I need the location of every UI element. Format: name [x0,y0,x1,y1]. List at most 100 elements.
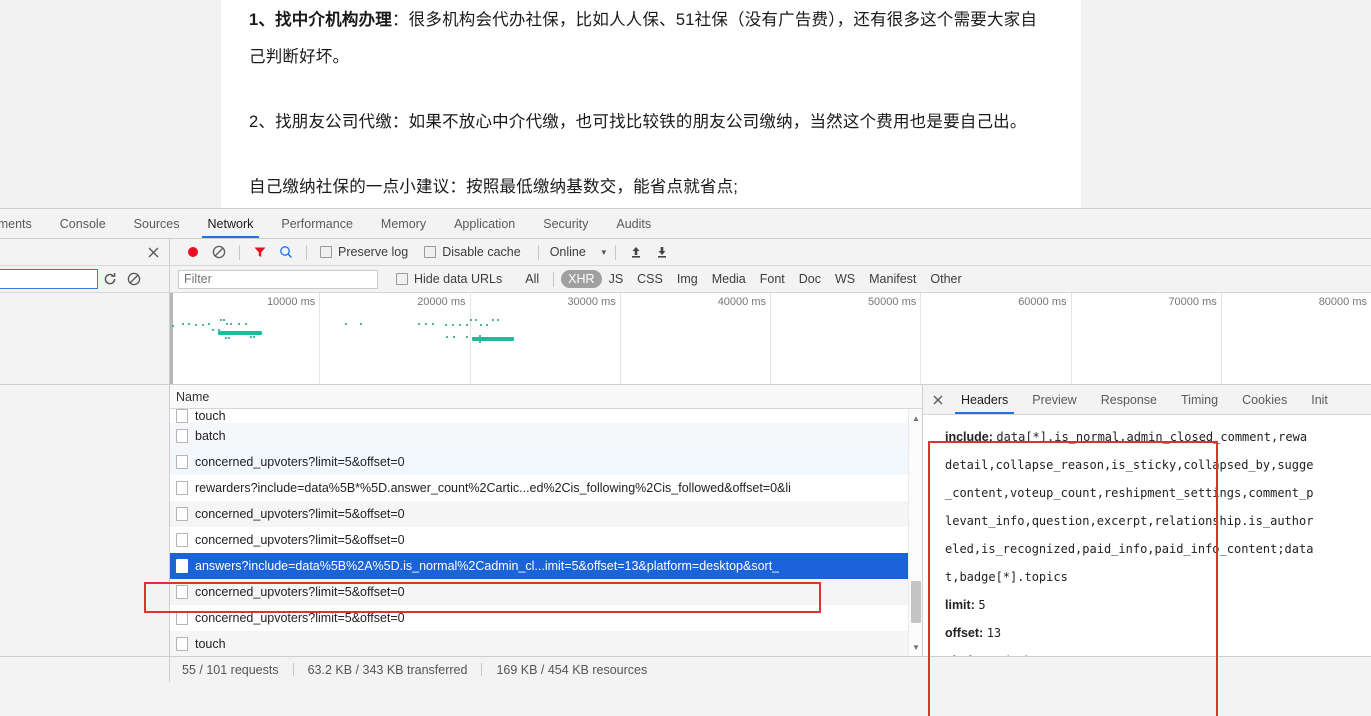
type-filter-other[interactable]: Other [923,270,968,288]
query-param-key: platform [945,654,995,656]
tab-cookies[interactable]: Cookies [1230,385,1299,414]
network-overview-timeline[interactable]: 10000 ms 20000 ms 30000 ms 40000 ms 5000… [170,293,1371,384]
overview-tick-label: 50000 ms [867,296,917,308]
toolbar-divider-2 [306,244,307,260]
table-row[interactable]: concerned_upvoters?limit=5&offset=0 [170,501,922,527]
overview-request-dot [446,336,448,338]
overview-request-dot [418,323,420,325]
clear-icon[interactable] [206,241,232,263]
scroll-down-icon[interactable]: ▼ [909,640,922,654]
tab-headers[interactable]: Headers [949,385,1020,414]
record-icon[interactable] [180,241,206,263]
scrollbar-thumb[interactable] [911,581,921,623]
query-param-row: offset: 13 [945,619,1371,647]
tab-application[interactable]: Application [440,209,529,238]
throttling-value: Online [549,245,586,259]
tab-response-label: Response [1100,392,1158,407]
table-row[interactable]: batch [170,423,922,449]
request-list-scrollbar[interactable]: ▲ ▼ [908,409,922,656]
type-filter-manifest[interactable]: Manifest [862,270,923,288]
scroll-up-icon[interactable]: ▲ [909,411,922,425]
request-type-icon [176,637,188,651]
detail-close-icon[interactable] [927,385,949,414]
overview-request-dot [425,323,427,325]
overview-request-dot [445,324,447,326]
close-icon[interactable] [143,242,163,262]
table-row[interactable]: concerned_upvoters?limit=5&offset=0 [170,579,922,605]
search-icon[interactable] [273,241,299,263]
filter-input[interactable] [178,269,378,289]
tab-performance[interactable]: Performance [267,209,367,238]
import-har-icon[interactable] [623,241,649,263]
overview-cell: 40000 ms [621,293,771,384]
type-filter-xhr[interactable]: XHR [561,270,602,288]
tab-elements[interactable]: lements [0,209,46,238]
overview-request-dot [245,323,247,325]
tab-cookies-label: Cookies [1242,392,1288,407]
type-filter-js[interactable]: JS [602,270,631,288]
tab-timing[interactable]: Timing [1169,385,1230,414]
disable-cache-label: Disable cache [442,245,521,259]
table-row-selected[interactable]: answers?include=data%5B%2A%5D.is_normal%… [170,553,922,579]
overview-request-dot [172,325,174,327]
query-param-key: limit [945,598,971,612]
overview-request-dot [250,336,252,338]
type-filter-ws[interactable]: WS [828,270,862,288]
type-filter-font[interactable]: Font [753,270,792,288]
overview-cell: 70000 ms [1072,293,1222,384]
overview-request-dot [220,319,222,321]
tab-sources[interactable]: Sources [120,209,194,238]
table-row[interactable]: concerned_upvoters?limit=5&offset=0 [170,605,922,631]
overview-request-dot [486,324,488,326]
hide-data-urls-box [396,273,408,285]
type-filter-media[interactable]: Media [705,270,753,288]
request-type-icon [176,429,188,443]
request-name: rewarders?include=data%5B*%5D.answer_cou… [195,481,791,495]
overview-tick-label: 60000 ms [1018,296,1067,308]
resource-type-filters: All XHR JS CSS Img Media Font Doc WS Man… [518,270,968,288]
tab-sources-label: Sources [133,216,180,231]
tab-network[interactable]: Network [194,209,268,238]
toolbar-divider-1 [239,244,240,260]
table-row[interactable]: concerned_upvoters?limit=5&offset=0 [170,527,922,553]
table-row[interactable]: concerned_upvoters?limit=5&offset=0 [170,449,922,475]
table-row[interactable]: rewarders?include=data%5B*%5D.answer_cou… [170,475,922,501]
export-har-icon[interactable] [649,241,675,263]
tab-timing-label: Timing [1181,392,1219,407]
table-row[interactable]: touch [170,631,922,656]
tab-console[interactable]: Console [46,209,120,238]
filter-icon[interactable] [247,241,273,263]
reload-icon[interactable] [98,269,122,289]
tab-initiator[interactable]: Init [1299,385,1340,414]
tab-security[interactable]: Security [529,209,602,238]
tab-memory[interactable]: Memory [367,209,440,238]
screenshot-root: 1、找中介机构办理：很多机构会代办社保，比如人人保、51社保（没有广告费），还有… [0,0,1371,716]
overview-request-dot [497,319,499,321]
disable-cache-checkbox[interactable]: Disable cache [424,245,521,259]
type-filter-img[interactable]: Img [670,270,705,288]
tab-preview[interactable]: Preview [1020,385,1088,414]
overview-request-dot [479,341,481,343]
throttling-dropdown[interactable]: Online ▼ [550,245,608,259]
hide-data-urls-checkbox[interactable]: Hide data URLs [396,272,502,286]
request-type-icon [176,481,188,495]
url-input[interactable] [0,269,98,289]
article-paragraph-3: 自己缴纳社保的一点小建议：按照最低缴纳基数交，能省点就省点; [249,178,739,196]
left-pane-url-bar [0,266,170,292]
request-name: concerned_upvoters?limit=5&offset=0 [195,507,405,521]
stop-icon[interactable] [122,269,146,289]
preserve-log-checkbox[interactable]: Preserve log [320,245,408,259]
overview-cell: 20000 ms [320,293,471,384]
type-filter-all[interactable]: All [518,270,546,288]
tab-audits[interactable]: Audits [602,209,665,238]
overview-request-dot [230,323,232,325]
type-filter-doc[interactable]: Doc [792,270,828,288]
tab-elements-label: lements [0,216,32,231]
type-filter-css[interactable]: CSS [630,270,670,288]
tab-response[interactable]: Response [1089,385,1169,414]
request-name: answers?include=data%5B%2A%5D.is_normal%… [195,559,780,573]
statusbar-items: 55 / 101 requests 63.2 KB / 343 KB trans… [170,657,1371,682]
network-toolbar-row: Preserve log Disable cache Online ▼ [0,239,1371,266]
query-param-colon: : [970,598,975,612]
table-row[interactable]: touch [170,409,922,423]
